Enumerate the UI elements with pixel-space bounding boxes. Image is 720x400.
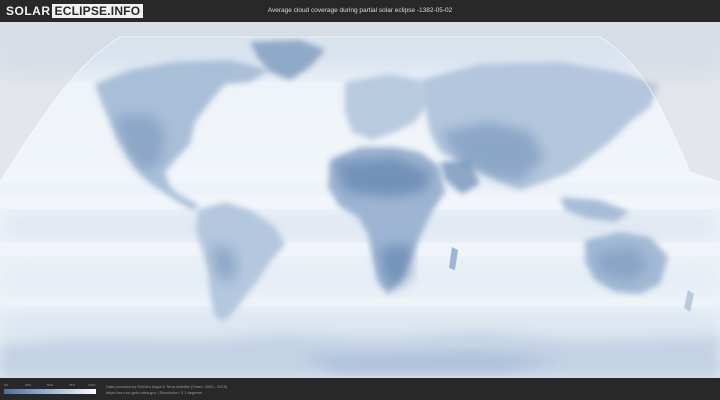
legend-color-scale — [4, 389, 96, 394]
world-map-graphic — [0, 22, 720, 378]
footer-bar: 0% 25% 50% 75% 100% Data provided by NAS… — [0, 378, 720, 400]
legend-tick-100: 100% — [88, 383, 96, 387]
map-title: Average cloud coverage during partial so… — [267, 7, 453, 14]
legend-tick-75: 75% — [69, 383, 76, 387]
cloud-coverage-map — [0, 22, 720, 378]
legend-tick-25: 25% — [25, 383, 32, 387]
header-bar: SOLAR ECLIPSE.INFO Average cloud coverag… — [0, 0, 720, 22]
legend-tick-0: 0% — [4, 383, 9, 387]
data-credit-line: Data provided by NASA's Aqua & Terra sat… — [106, 384, 228, 389]
data-source-url[interactable]: https://neo.sci.gsfc.nasa.gov | Resoluti… — [106, 390, 202, 395]
page: SOLAR ECLIPSE.INFO Average cloud coverag… — [0, 0, 720, 400]
legend-tick-50: 50% — [47, 383, 54, 387]
